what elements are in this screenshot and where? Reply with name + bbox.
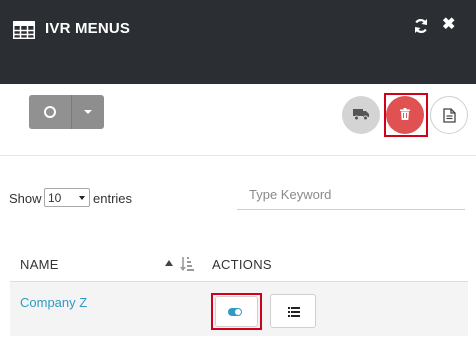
document-icon (443, 108, 456, 123)
export-button[interactable] (430, 96, 468, 134)
list-icon (288, 307, 300, 317)
search-input[interactable] (237, 180, 465, 210)
select-arrow-icon (79, 196, 85, 200)
toggle-knob (235, 309, 241, 315)
sort-amount-icon[interactable] (180, 256, 194, 272)
entries-value: 10 (48, 191, 62, 205)
trash-icon (400, 108, 410, 120)
row-name-link[interactable]: Company Z (20, 295, 87, 310)
column-header-actions: ACTIONS (212, 257, 272, 272)
truck-icon (353, 109, 369, 120)
delete-button[interactable] (386, 96, 424, 134)
caret-down-icon[interactable] (84, 110, 92, 114)
close-icon[interactable]: ✖ (442, 16, 455, 34)
modal-header: IVR MENUS ✖ (0, 0, 476, 84)
split-divider (71, 95, 72, 129)
show-label: Show (9, 191, 42, 206)
status-split-button[interactable] (29, 95, 104, 129)
sort-ascending-icon[interactable] (165, 260, 173, 266)
details-button[interactable] (270, 294, 316, 328)
page-title: IVR MENUS (45, 20, 131, 37)
entries-select[interactable]: 10 (44, 188, 90, 207)
refresh-icon[interactable] (413, 18, 429, 34)
grid-icon (13, 21, 35, 39)
move-button[interactable] (342, 96, 380, 134)
circle-icon (44, 106, 56, 118)
toolbar-divider (0, 155, 476, 156)
column-header-name[interactable]: NAME (20, 257, 59, 272)
status-button[interactable] (29, 95, 71, 129)
toggle-status-button[interactable] (215, 296, 258, 327)
entries-label: entries (93, 191, 133, 206)
